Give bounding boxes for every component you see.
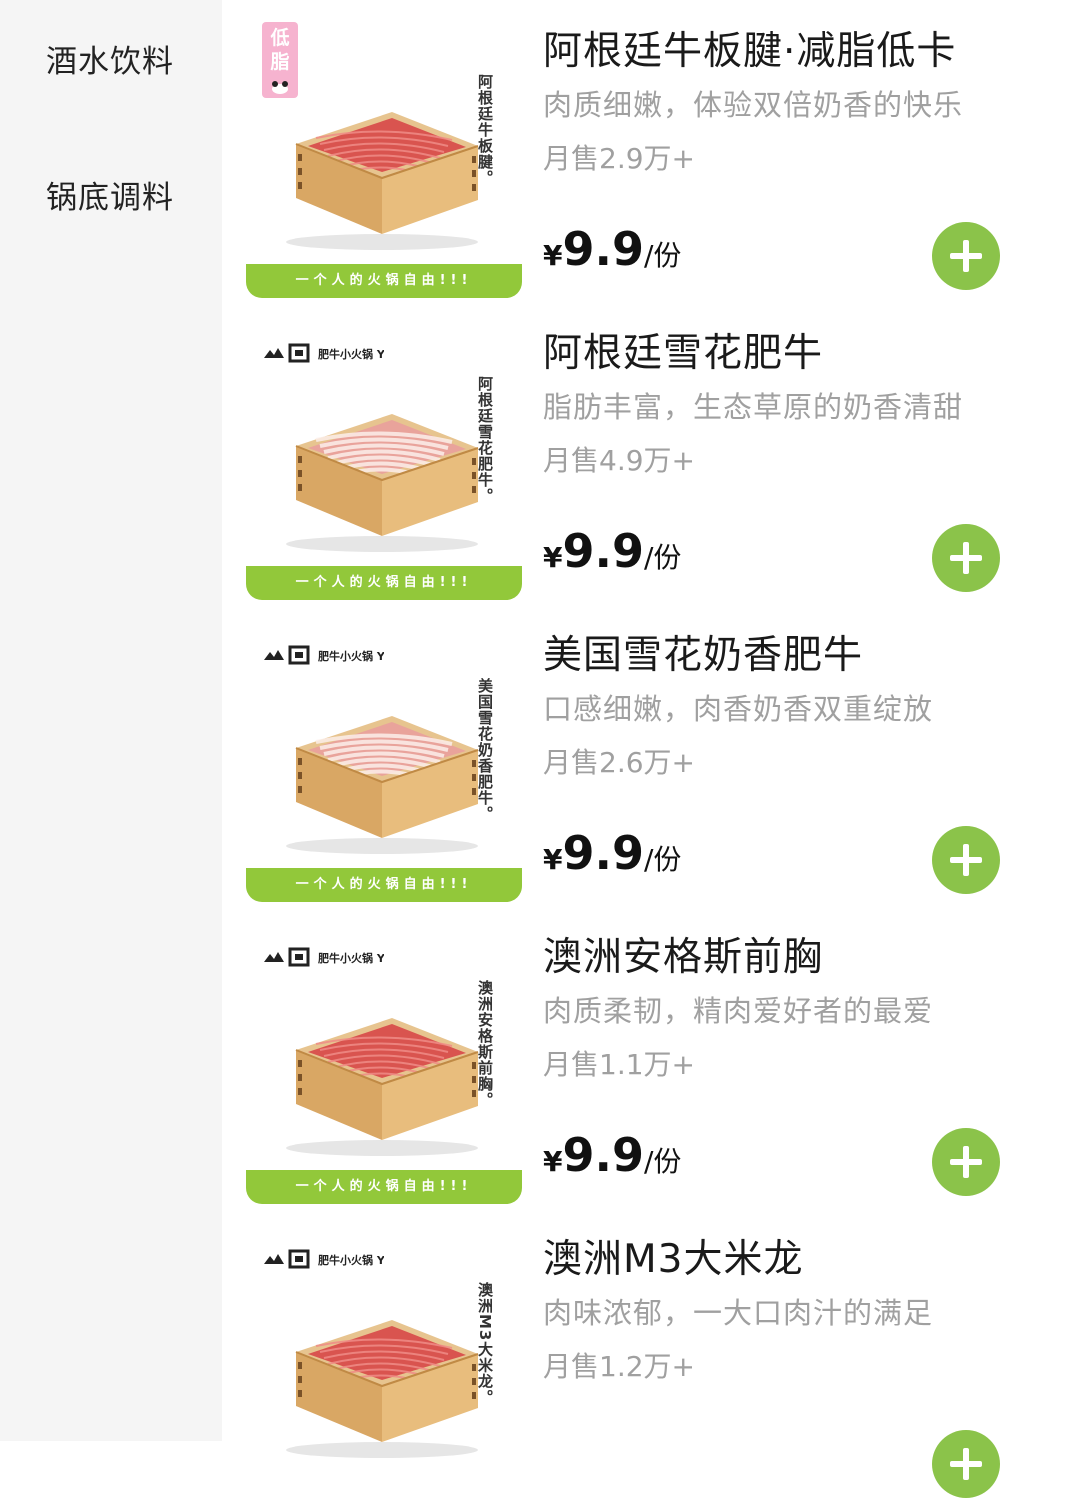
product-description: 脂肪丰富，生态草原的奶香清甜 bbox=[543, 390, 964, 424]
product-list: 低脂 阿根廷牛板腱。 一个人的火锅自由!!! 阿根廷牛板腱·减脂低卡 肉质细嫩，… bbox=[222, 0, 1080, 1506]
currency-symbol: ¥ bbox=[543, 239, 563, 272]
product-image[interactable]: 肥牛小火锅 YI WEI 美国雪花奶香肥牛。 一个人的火锅自由!!! bbox=[246, 626, 522, 902]
meat-box-illustration bbox=[286, 414, 479, 552]
product-image[interactable]: 低脂 阿根廷牛板腱。 一个人的火锅自由!!! bbox=[246, 22, 522, 298]
product-price: ¥9.9/份 bbox=[543, 826, 681, 880]
brand-logo: 肥牛小火锅 YI WEI bbox=[264, 947, 384, 967]
product-image[interactable]: 肥牛小火锅 YI WEI 澳洲M3大米龙。 bbox=[246, 1230, 522, 1506]
panda-icon bbox=[272, 81, 288, 94]
meat-box-illustration bbox=[286, 1018, 479, 1156]
product-price: ¥9.9/份 bbox=[543, 524, 681, 578]
svg-text:肥牛小火锅 YI WEI: 肥牛小火锅 YI WEI bbox=[318, 649, 384, 663]
product-name[interactable]: 阿根廷雪花肥牛 bbox=[543, 322, 823, 378]
monthly-sales: 月售2.9万+ bbox=[543, 142, 695, 175]
monthly-sales: 月售1.2万+ bbox=[543, 1350, 695, 1383]
product-card[interactable]: 低脂 阿根廷牛板腱。 一个人的火锅自由!!! 阿根廷牛板腱·减脂低卡 肉质细嫩，… bbox=[222, 0, 1080, 302]
brand-logo: 肥牛小火锅 YI WEI bbox=[264, 645, 384, 665]
product-card[interactable]: 肥牛小火锅 YI WEI 美国雪花奶香肥牛。 一个人的火锅自由!!! 美国雪花奶… bbox=[222, 604, 1080, 906]
promo-banner: 一个人的火锅自由!!! bbox=[246, 264, 522, 298]
currency-symbol: ¥ bbox=[543, 843, 563, 876]
product-description: 肉味浓郁，一大口肉汁的满足 bbox=[543, 1296, 934, 1330]
low-fat-tag: 低脂 bbox=[262, 22, 298, 98]
monthly-sales: 月售2.6万+ bbox=[543, 746, 695, 779]
category-hotpot-base[interactable]: 锅底调料 bbox=[46, 172, 174, 217]
currency-symbol: ¥ bbox=[543, 1145, 563, 1178]
product-card[interactable]: 肥牛小火锅 YI WEI 阿根廷雪花肥牛。 一个人的火锅自由!!! 阿根廷雪花肥… bbox=[222, 302, 1080, 604]
add-to-cart-button[interactable] bbox=[932, 1430, 1000, 1498]
price-unit: /份 bbox=[643, 239, 682, 272]
price-value: 9.9 bbox=[562, 1128, 644, 1182]
product-description: 肉质细嫩，体验双倍奶香的快乐 bbox=[543, 88, 964, 122]
product-price: ¥9.9/份 bbox=[543, 1128, 681, 1182]
price-value: 9.9 bbox=[562, 222, 644, 276]
product-description: 口感细嫩，肉香奶香双重绽放 bbox=[543, 692, 934, 726]
product-name[interactable]: 澳洲安格斯前胸 bbox=[543, 926, 823, 982]
product-card[interactable]: 肥牛小火锅 YI WEI 澳洲M3大米龙。 澳洲M3大米龙 肉味浓郁，一大口肉汁… bbox=[222, 1208, 1080, 1510]
product-card[interactable]: 肥牛小火锅 YI WEI 澳洲安格斯前胸。 一个人的火锅自由!!! 澳洲安格斯前… bbox=[222, 906, 1080, 1208]
product-image[interactable]: 肥牛小火锅 YI WEI 阿根廷雪花肥牛。 一个人的火锅自由!!! bbox=[246, 324, 522, 600]
svg-text:肥牛小火锅 YI WEI: 肥牛小火锅 YI WEI bbox=[318, 1253, 384, 1267]
price-value: 9.9 bbox=[562, 826, 644, 880]
add-to-cart-button[interactable] bbox=[932, 1128, 1000, 1196]
add-to-cart-button[interactable] bbox=[932, 222, 1000, 290]
category-sidebar: 酒水饮料 锅底调料 bbox=[0, 0, 222, 1441]
category-drinks[interactable]: 酒水饮料 bbox=[46, 36, 174, 81]
product-name[interactable]: 阿根廷牛板腱·减脂低卡 bbox=[543, 20, 956, 76]
product-description: 肉质柔韧，精肉爱好者的最爱 bbox=[543, 994, 934, 1028]
monthly-sales: 月售4.9万+ bbox=[543, 444, 695, 477]
meat-box-illustration bbox=[286, 1320, 479, 1458]
promo-banner: 一个人的火锅自由!!! bbox=[246, 1170, 522, 1204]
price-unit: /份 bbox=[643, 843, 682, 876]
svg-text:肥牛小火锅 YI WEI: 肥牛小火锅 YI WEI bbox=[318, 951, 384, 965]
product-image[interactable]: 肥牛小火锅 YI WEI 澳洲安格斯前胸。 一个人的火锅自由!!! bbox=[246, 928, 522, 1204]
svg-text:肥牛小火锅 YI WEI: 肥牛小火锅 YI WEI bbox=[318, 347, 384, 361]
product-name[interactable]: 澳洲M3大米龙 bbox=[543, 1228, 803, 1284]
price-value: 9.9 bbox=[562, 524, 644, 578]
promo-banner: 一个人的火锅自由!!! bbox=[246, 566, 522, 600]
brand-logo: 肥牛小火锅 YI WEI bbox=[264, 343, 384, 363]
meat-box-illustration bbox=[286, 716, 479, 854]
add-to-cart-button[interactable] bbox=[932, 826, 1000, 894]
promo-banner: 一个人的火锅自由!!! bbox=[246, 868, 522, 902]
meat-box-illustration bbox=[286, 112, 479, 250]
product-price: ¥9.9/份 bbox=[543, 222, 681, 276]
add-to-cart-button[interactable] bbox=[932, 524, 1000, 592]
product-name[interactable]: 美国雪花奶香肥牛 bbox=[543, 624, 863, 680]
brand-logo: 肥牛小火锅 YI WEI bbox=[264, 1249, 384, 1269]
price-unit: /份 bbox=[643, 541, 682, 574]
monthly-sales: 月售1.1万+ bbox=[543, 1048, 695, 1081]
price-unit: /份 bbox=[643, 1145, 682, 1178]
currency-symbol: ¥ bbox=[543, 541, 563, 574]
